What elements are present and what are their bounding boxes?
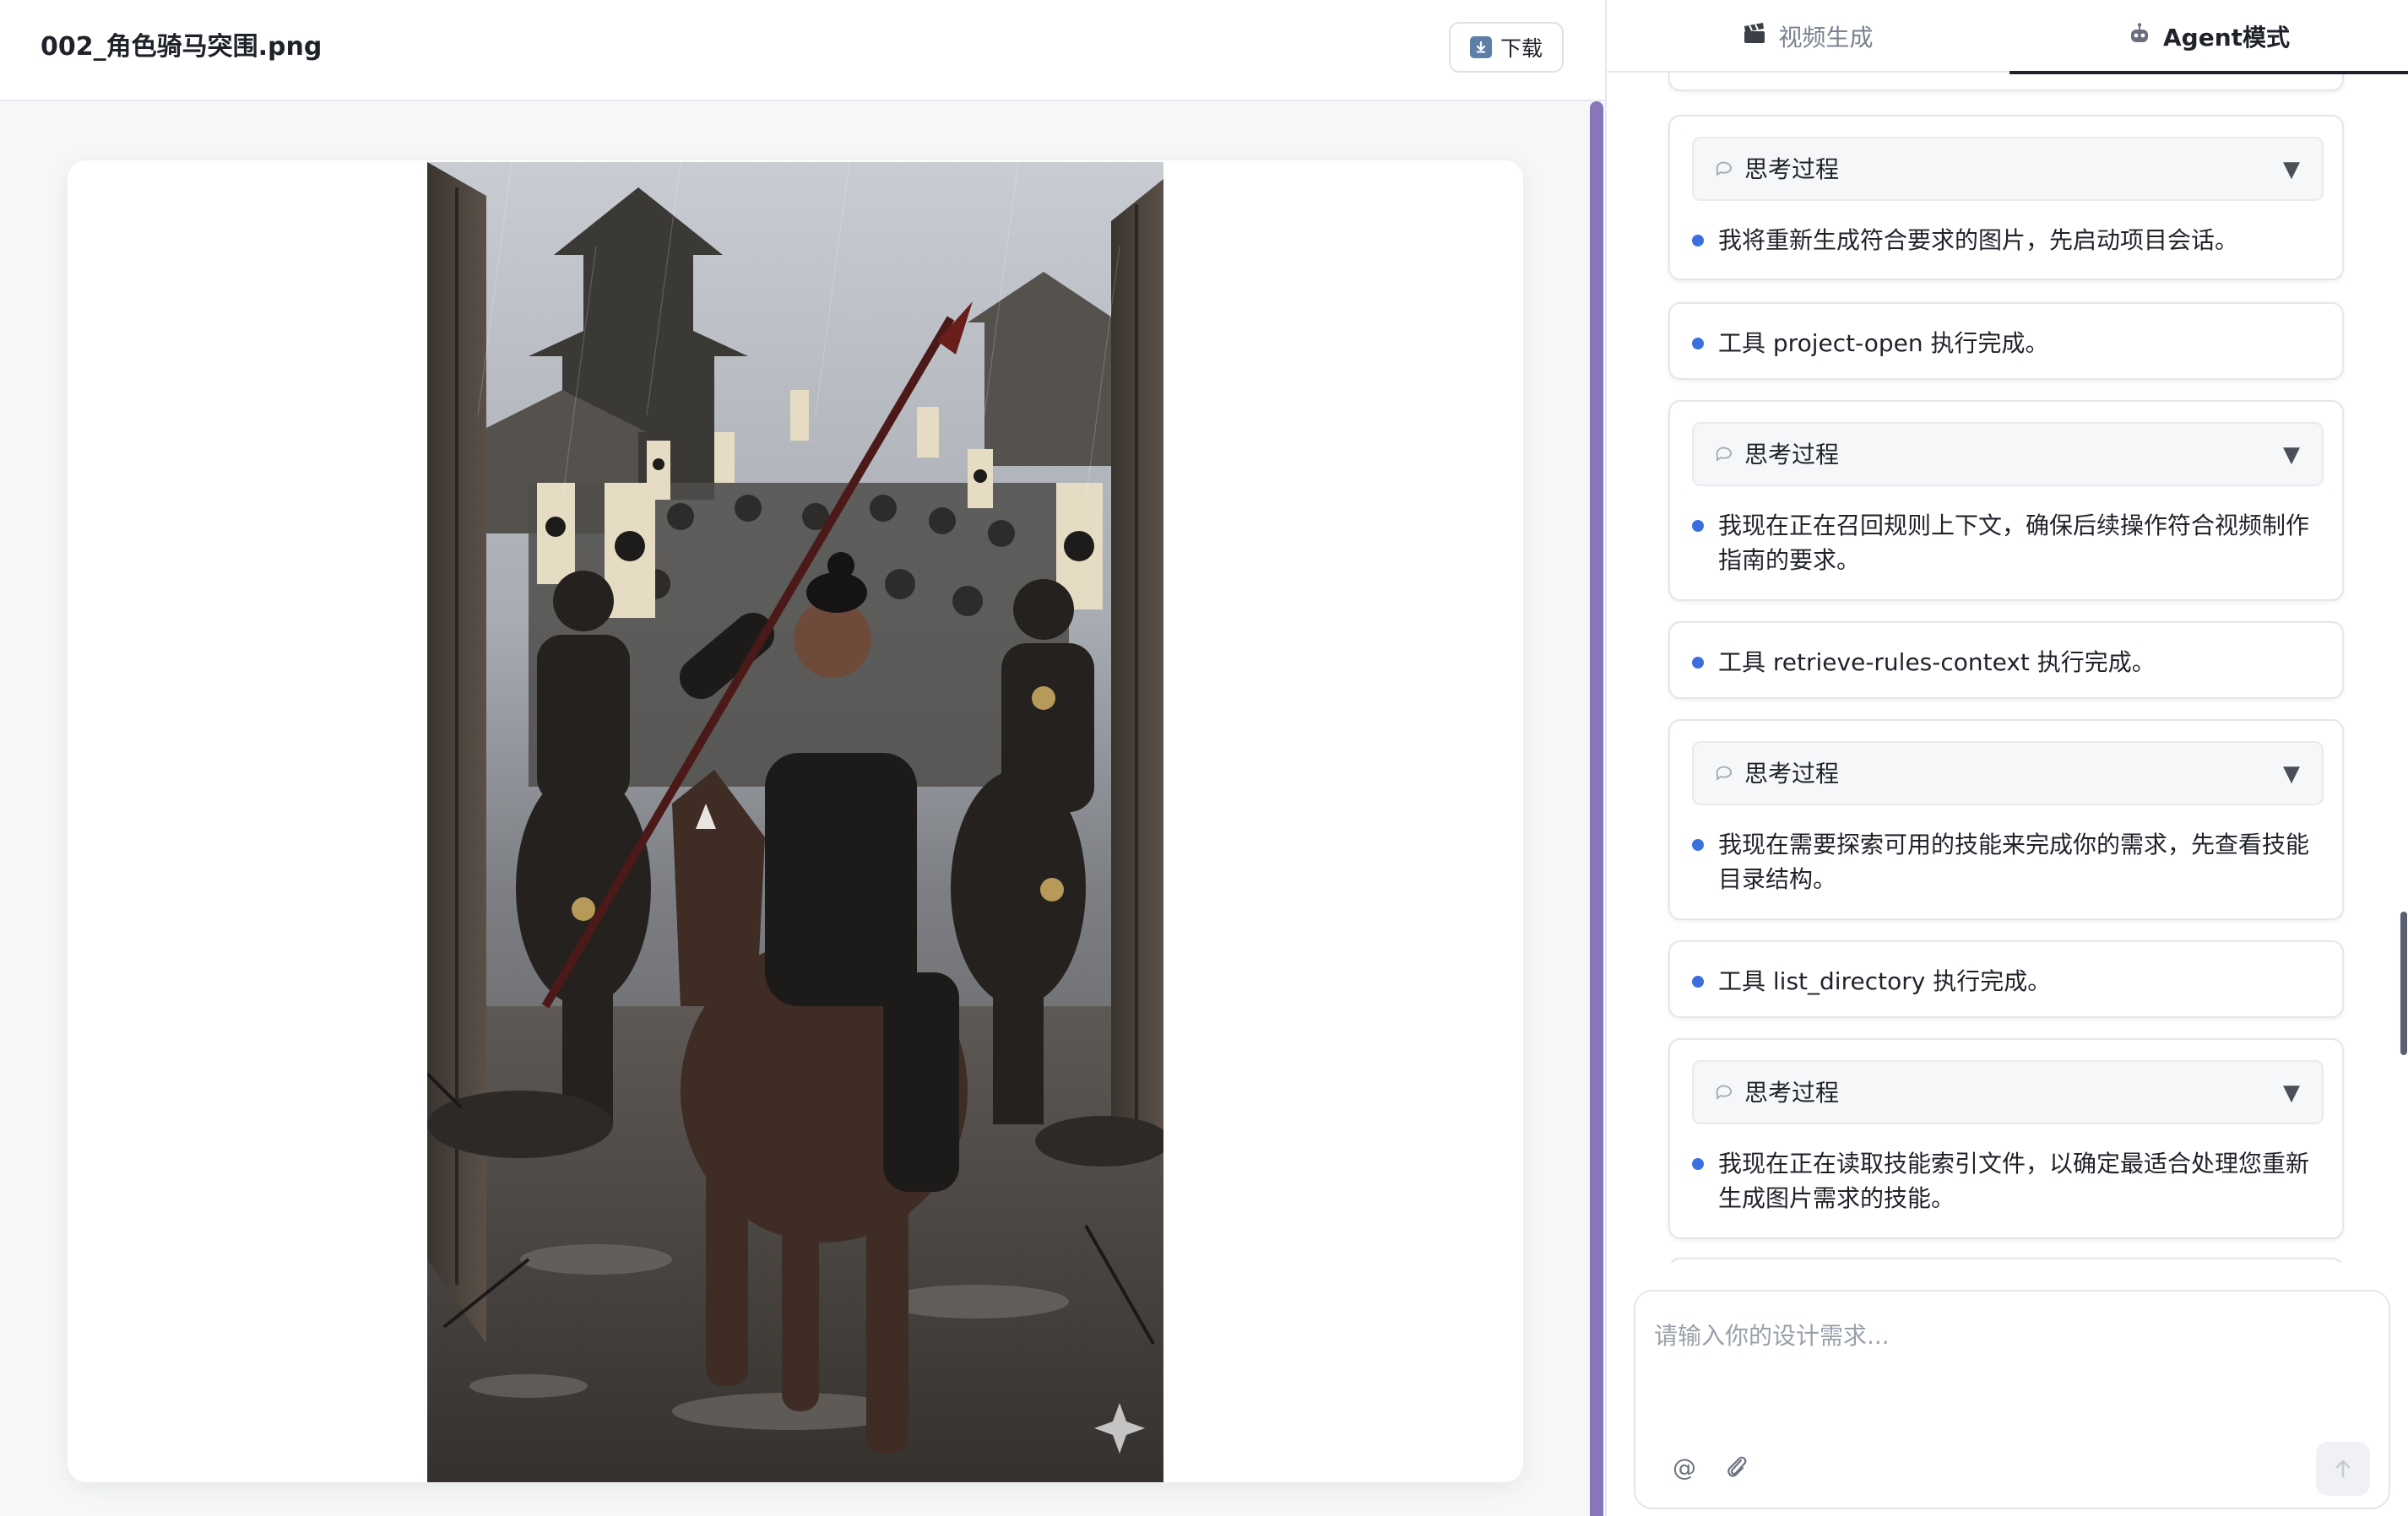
tab-video-generation[interactable]: 视频生成 [1607, 0, 2009, 73]
thinking-toggle[interactable]: 思考过程 ▼ [1692, 1060, 2324, 1124]
message-card-thinking: 思考过程 ▼ 我现在正在读取技能索引文件，以确定最适合处理您重新生成图片需求的技… [1668, 1038, 2344, 1239]
message-card-tool: 工具 list_directory 执行完成。 [1668, 940, 2344, 1018]
download-arrow-icon [1469, 36, 1492, 58]
thinking-label: 思考过程 [1744, 1079, 1840, 1107]
message-card-tool: 工具 project-open 执行完成。 [1668, 302, 2344, 380]
message-bullet [1692, 338, 1704, 349]
message-bullet [1692, 839, 1704, 851]
previous-message-card [1668, 73, 2344, 91]
thought-bubble-icon [1714, 1082, 1734, 1102]
samurai-horseback-image [427, 162, 1163, 1482]
preview-image [427, 162, 1163, 1482]
thinking-label: 思考过程 [1744, 760, 1840, 788]
thinking-label: 思考过程 [1744, 441, 1840, 468]
message-card-thinking: 思考过程 ▼ 我现在需要探索可用的技能来完成你的需求，先查看技能目录结构。 [1668, 719, 2344, 920]
chevron-down-icon: ▼ [2283, 1080, 2300, 1106]
preview-pane: 002_角色骑马突围.png 下载 [0, 0, 1605, 1516]
preview-scrollbar[interactable] [1590, 101, 1603, 1516]
thinking-toggle[interactable]: 思考过程 ▼ [1692, 422, 2324, 486]
message-card-thinking: 思考过程 ▼ 我将重新生成符合要求的图片，先启动项目会话。 [1668, 115, 2344, 280]
mode-tabs: 视频生成 Agent模式 [1607, 0, 2408, 74]
tab-video-label: 视频生成 [1778, 24, 1874, 51]
message-text: 工具 list_directory 执行完成。 [1718, 967, 2052, 995]
message-bullet [1692, 1158, 1704, 1170]
tab-agent-mode[interactable]: Agent模式 [2009, 0, 2408, 74]
preview-header: 002_角色骑马突围.png 下载 [0, 0, 1605, 101]
thinking-toggle[interactable]: 思考过程 ▼ [1692, 137, 2324, 201]
thought-bubble-icon [1714, 763, 1734, 783]
mention-button[interactable]: @ [1668, 1450, 1701, 1484]
file-name: 002_角色骑马突围.png [41, 32, 323, 62]
download-label: 下载 [1500, 36, 1543, 61]
send-button[interactable] [2316, 1442, 2370, 1496]
message-bullet [1692, 520, 1704, 532]
paperclip-icon[interactable] [1720, 1448, 1754, 1486]
next-message-card [1668, 1258, 2344, 1263]
message-text: 工具 project-open 执行完成。 [1718, 329, 2049, 357]
message-text: 我现在正在读取技能索引文件，以确定最适合处理您重新生成图片需求的技能。 [1718, 1150, 2310, 1212]
thought-bubble-icon [1714, 444, 1734, 464]
thinking-toggle[interactable]: 思考过程 ▼ [1692, 741, 2324, 805]
design-request-input[interactable] [1654, 1310, 2363, 1361]
thinking-label: 思考过程 [1744, 155, 1840, 183]
chat-composer: @ [1634, 1290, 2390, 1509]
message-text: 我现在正在召回规则上下文，确保后续操作符合视频制作指南的要求。 [1718, 512, 2310, 574]
message-bullet [1692, 235, 1704, 246]
chevron-down-icon: ▼ [2283, 157, 2300, 182]
clapperboard-icon [1743, 22, 1766, 51]
message-text: 工具 retrieve-rules-context 执行完成。 [1718, 648, 2156, 676]
agent-panel: 视频生成 Agent模式 思考过程 ▼ 我将重新生成符合要求的图片，先启动项目会… [1607, 0, 2408, 1516]
arrow-up-icon [2335, 1459, 2351, 1478]
message-text: 我现在需要探索可用的技能来完成你的需求，先查看技能目录结构。 [1718, 831, 2310, 893]
message-bullet [1692, 657, 1704, 669]
message-card-tool: 工具 retrieve-rules-context 执行完成。 [1668, 621, 2344, 699]
message-card-thinking: 思考过程 ▼ 我现在正在召回规则上下文，确保后续操作符合视频制作指南的要求。 [1668, 400, 2344, 601]
agent-message-list[interactable]: 思考过程 ▼ 我将重新生成符合要求的图片，先启动项目会话。 工具 project… [1607, 73, 2408, 1263]
download-button[interactable]: 下载 [1449, 22, 1564, 73]
thought-bubble-icon [1714, 159, 1734, 179]
chevron-down-icon: ▼ [2283, 442, 2300, 468]
chevron-down-icon: ▼ [2283, 761, 2300, 787]
robot-icon [2128, 22, 2151, 51]
messages-scrollbar[interactable] [2400, 912, 2407, 1055]
message-bullet [1692, 976, 1704, 988]
tab-agent-label: Agent模式 [2162, 24, 2291, 51]
message-text: 我将重新生成符合要求的图片，先启动项目会话。 [1718, 226, 2239, 254]
